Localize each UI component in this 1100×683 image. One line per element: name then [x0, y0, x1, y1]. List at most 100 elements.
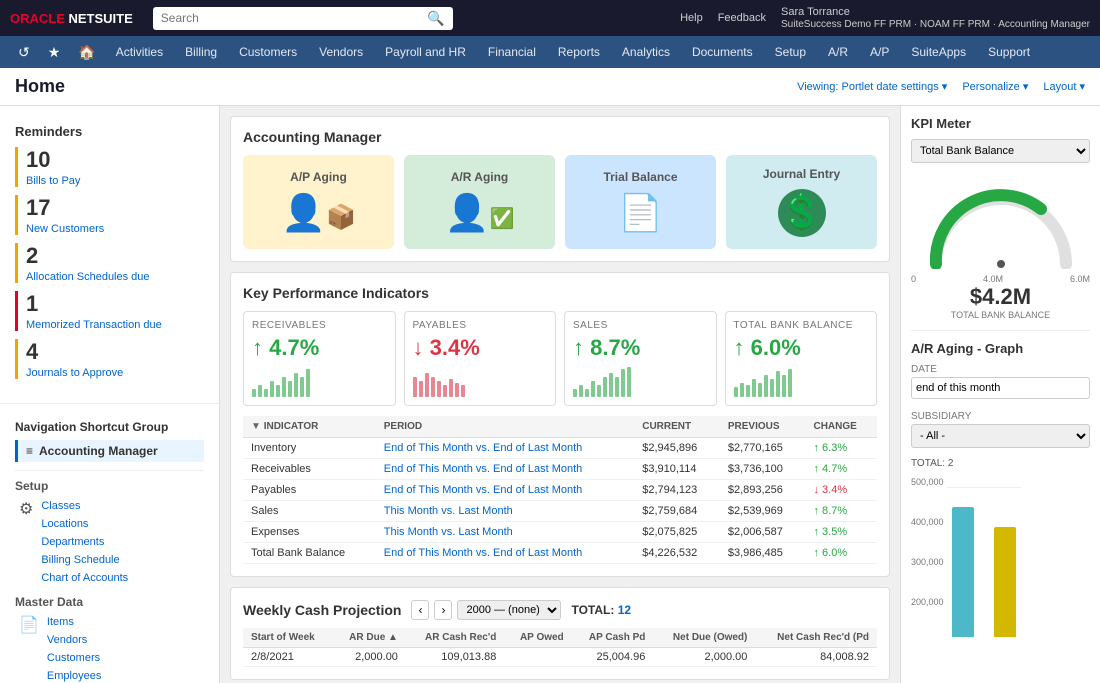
am-card-je[interactable]: Journal Entry 💲 [726, 155, 877, 249]
row-indicator: Payables [243, 480, 376, 501]
viewing-portlet-link[interactable]: Viewing: Portlet date settings ▾ [797, 80, 947, 93]
kpi-table: ▼ INDICATOR PERIOD CURRENT PREVIOUS CHAN… [243, 416, 877, 564]
bar [621, 369, 625, 397]
am-card-tb[interactable]: Trial Balance 📄 [565, 155, 716, 249]
search-box[interactable]: 🔍 [153, 7, 453, 30]
wcp-period-select[interactable]: 2000 — (none) [457, 600, 561, 620]
row-period: End of This Month vs. End of Last Month [376, 543, 634, 564]
payables-arrow [413, 335, 430, 360]
bar [306, 369, 310, 397]
help-link[interactable]: Help [680, 12, 703, 24]
am-cards-grid: A/P Aging 👤📦 A/R Aging 👤✅ Trial Balance … [243, 155, 877, 249]
nav-activities[interactable]: Activities [106, 39, 173, 65]
nav-documents[interactable]: Documents [682, 39, 763, 65]
divider-1 [0, 403, 219, 404]
kpi-cards-grid: RECEIVABLES 4.7% [243, 311, 877, 406]
nav-billing[interactable]: Billing [175, 39, 227, 65]
bar [431, 377, 435, 397]
reminders-section: Reminders 10 Bills to Pay 17 New Custome… [0, 116, 219, 395]
ar-subsidiary-select[interactable]: - All - [911, 424, 1090, 448]
setup-with-gear: ⚙ Classes Locations Departments Billing … [15, 497, 204, 587]
master-link-customers[interactable]: Customers [47, 649, 146, 667]
nav-reports[interactable]: Reports [548, 39, 610, 65]
gauge-scale: 0 4.0M 6.0M [911, 274, 1090, 284]
am-card-ap[interactable]: A/P Aging 👤📦 [243, 155, 394, 249]
bar [449, 379, 453, 397]
wcp-prev-btn[interactable]: ‹ [411, 600, 429, 620]
bills-label[interactable]: Bills to Pay [26, 175, 80, 187]
page-title-right: Viewing: Portlet date settings ▾ Persona… [797, 80, 1085, 93]
ar-date-input[interactable] [911, 377, 1090, 399]
logo: ORACLE NETSUITE [10, 11, 133, 26]
nav-support[interactable]: Support [978, 39, 1040, 65]
personalize-link[interactable]: Personalize ▾ [962, 80, 1028, 93]
ar-bar-chart: 500,000 400,000 300,000 200,000 [911, 477, 1090, 647]
y-label-400: 400,000 [911, 517, 944, 527]
row-current: $4,226,532 [634, 543, 720, 564]
bar [573, 389, 577, 397]
gauge-label: TOTAL BANK BALANCE [911, 310, 1090, 320]
search-input[interactable] [161, 11, 428, 25]
am-card-ar[interactable]: A/R Aging 👤✅ [404, 155, 555, 249]
nav-suiteapps[interactable]: SuiteApps [901, 39, 976, 65]
home-icon[interactable]: ↺ [10, 40, 38, 65]
setup-link-billing[interactable]: Billing Schedule [41, 551, 128, 569]
bar-chart-area [947, 487, 1021, 647]
master-link-items[interactable]: Items [47, 613, 146, 631]
nav-financial[interactable]: Financial [478, 39, 546, 65]
alloc-label[interactable]: Allocation Schedules due [26, 271, 150, 283]
master-link-vendors[interactable]: Vendors [47, 631, 146, 649]
nav-payroll-hr[interactable]: Payroll and HR [375, 39, 476, 65]
nav-ap[interactable]: A/P [860, 39, 899, 65]
home-nav-icon[interactable]: 🏠 [70, 40, 103, 65]
nav-analytics[interactable]: Analytics [612, 39, 680, 65]
kpi-receivables-label: RECEIVABLES [252, 320, 387, 331]
nav-customers[interactable]: Customers [229, 39, 307, 65]
row-indicator: Receivables [243, 459, 376, 480]
sales-arrow [573, 335, 590, 360]
reminder-memo: 1 Memorized Transaction due [15, 291, 204, 331]
gauge-max: 6.0M [1070, 274, 1090, 284]
accounting-manager-label: Accounting Manager [39, 444, 158, 458]
accounting-manager-section: Accounting Manager A/P Aging 👤📦 A/R Agin… [230, 116, 890, 262]
reminder-customers: 17 New Customers [15, 195, 204, 235]
journals-label[interactable]: Journals to Approve [26, 367, 123, 379]
accounting-manager-nav[interactable]: ≡ Accounting Manager [15, 440, 204, 462]
favorites-icon[interactable]: ★ [40, 40, 69, 65]
page-title: Home [15, 76, 65, 97]
setup-link-classes[interactable]: Classes [41, 497, 128, 515]
layout-link[interactable]: Layout ▾ [1043, 80, 1085, 93]
bar [282, 377, 286, 397]
gauge-mid: 4.0M [983, 274, 1003, 284]
bar [585, 389, 589, 397]
master-data-links: Items Vendors Customers Employees Expens… [47, 613, 146, 683]
memo-label[interactable]: Memorized Transaction due [26, 319, 162, 331]
main-content: Reminders 10 Bills to Pay 17 New Custome… [0, 106, 1100, 683]
nav-vendors[interactable]: Vendors [309, 39, 373, 65]
row-current: $2,075,825 [634, 522, 720, 543]
master-link-employees[interactable]: Employees [47, 667, 146, 683]
setup-link-chart[interactable]: Chart of Accounts [41, 569, 128, 587]
top-right-nav: Help Feedback Sara Torrance SuiteSuccess… [680, 6, 1090, 30]
setup-link-locations[interactable]: Locations [41, 515, 128, 533]
change-val: 4.7% [822, 463, 847, 475]
user-name: Sara Torrance [781, 6, 850, 18]
customers-label[interactable]: New Customers [26, 223, 104, 235]
kpi-th-period: PERIOD [376, 416, 634, 438]
table-row: Sales This Month vs. Last Month $2,759,6… [243, 501, 877, 522]
nav-setup[interactable]: Setup [765, 39, 816, 65]
bar [276, 385, 280, 397]
row-period: This Month vs. Last Month [376, 501, 634, 522]
wcp-next-btn[interactable]: › [434, 600, 452, 620]
feedback-link[interactable]: Feedback [718, 12, 766, 24]
y-labels: 500,000 400,000 300,000 200,000 [911, 477, 947, 607]
row-current: $3,910,114 [634, 459, 720, 480]
setup-link-departments[interactable]: Departments [41, 533, 128, 551]
bar [782, 375, 786, 397]
row-current: $2,945,896 [634, 438, 720, 459]
nav-ar[interactable]: A/R [818, 39, 858, 65]
kpi-sales-value: 8.7% [573, 335, 708, 361]
top-bar: ORACLE NETSUITE 🔍 Help Feedback Sara Tor… [0, 0, 1100, 36]
wcp-ar-cash: 109,013.88 [406, 648, 504, 667]
kpi-meter-select[interactable]: Total Bank Balance [911, 139, 1090, 163]
